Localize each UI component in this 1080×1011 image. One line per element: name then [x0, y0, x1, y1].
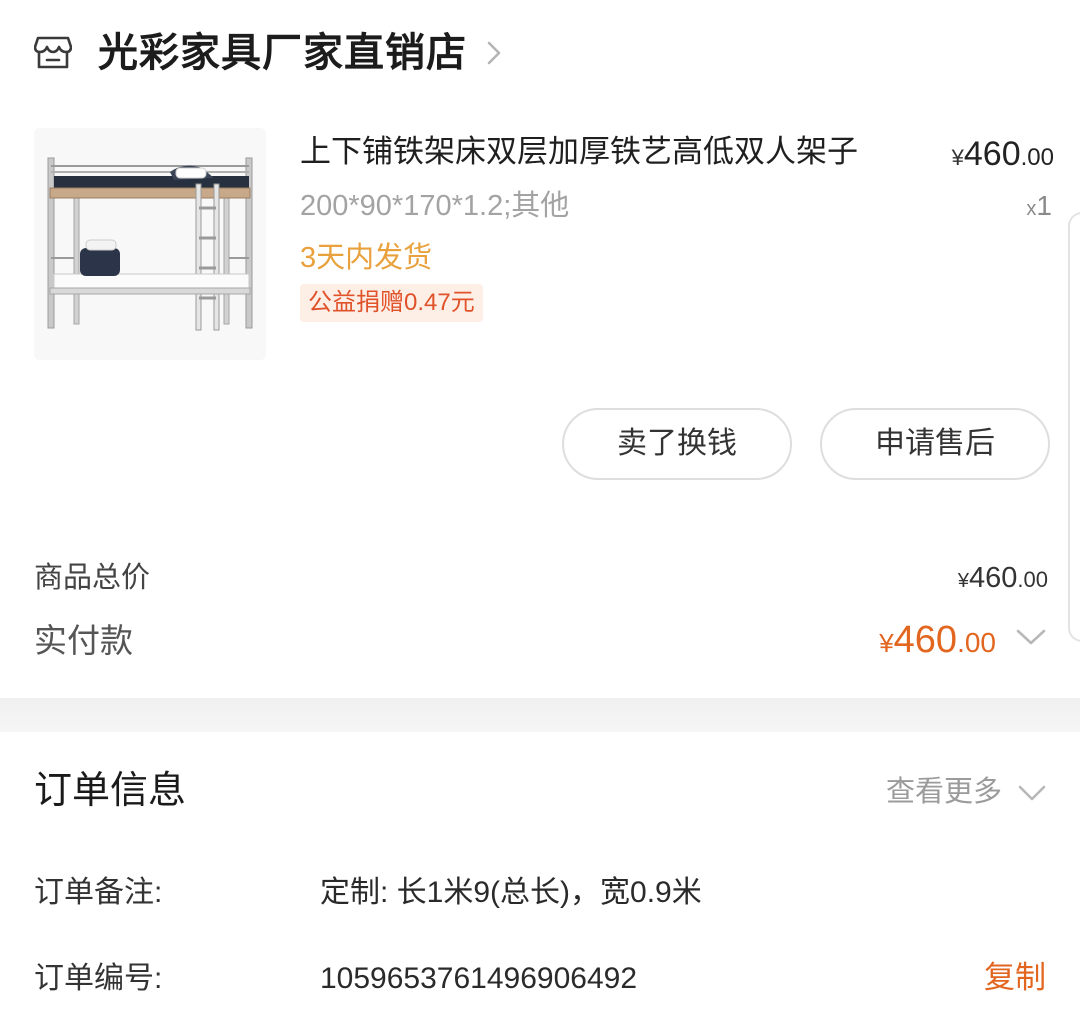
price-integer: 460 [893, 619, 958, 661]
after-sale-button[interactable]: 申请售后 [820, 408, 1050, 480]
chevron-down-icon[interactable] [1014, 626, 1048, 648]
section-divider [0, 698, 1080, 732]
bunk-bed-image [34, 128, 266, 360]
product-spec: 200*90*170*1.2;其他 [300, 190, 570, 222]
order-note-value: 定制: 长1米9(总长)，宽0.9米 [320, 876, 702, 909]
paid-amount-label: 实付款 [34, 622, 133, 659]
shop-name[interactable]: 光彩家具厂家直销店 [98, 28, 467, 78]
shop-header[interactable]: 光彩家具厂家直销店 [0, 0, 1080, 108]
order-info-title: 订单信息 [34, 770, 187, 812]
unit-price: ¥460.00 [952, 132, 1054, 183]
order-number-value: 1059653761496906492 [320, 962, 638, 995]
charity-badge: 公益捐赠0.47元 [300, 284, 483, 322]
quantity: x1 [1026, 186, 1052, 229]
order-number-label: 订单编号: [34, 962, 163, 995]
total-price-label: 商品总价 [34, 562, 151, 594]
product-image[interactable] [34, 128, 266, 360]
product-title[interactable]: 上下铺铁架床双层加厚铁艺高低双人架子 [300, 132, 858, 172]
side-panel-edge[interactable] [1068, 212, 1080, 642]
sell-button[interactable]: 卖了换钱 [562, 408, 792, 480]
quantity-prefix: x [1026, 198, 1037, 220]
order-note-label: 订单备注: [34, 876, 163, 909]
store-icon [34, 36, 72, 69]
price-decimal: .00 [1017, 567, 1048, 592]
paid-amount[interactable]: ¥460.00 [879, 614, 996, 674]
price-decimal: .00 [1020, 144, 1054, 171]
currency-symbol: ¥ [951, 145, 964, 170]
currency-symbol: ¥ [879, 628, 894, 658]
copy-button[interactable]: 复制 [984, 956, 1046, 1000]
chevron-right-icon [487, 41, 501, 65]
price-integer: 460 [969, 562, 1018, 594]
currency-symbol: ¥ [957, 570, 970, 592]
quantity-value: 1 [1036, 190, 1052, 221]
price-integer: 460 [963, 135, 1021, 173]
shipping-tag: 3天内发货 [300, 242, 433, 274]
total-price: ¥460.00 [958, 558, 1048, 603]
chevron-down-icon[interactable] [1016, 782, 1048, 804]
price-decimal: .00 [957, 627, 996, 658]
view-more-link[interactable]: 查看更多 [886, 772, 1002, 812]
